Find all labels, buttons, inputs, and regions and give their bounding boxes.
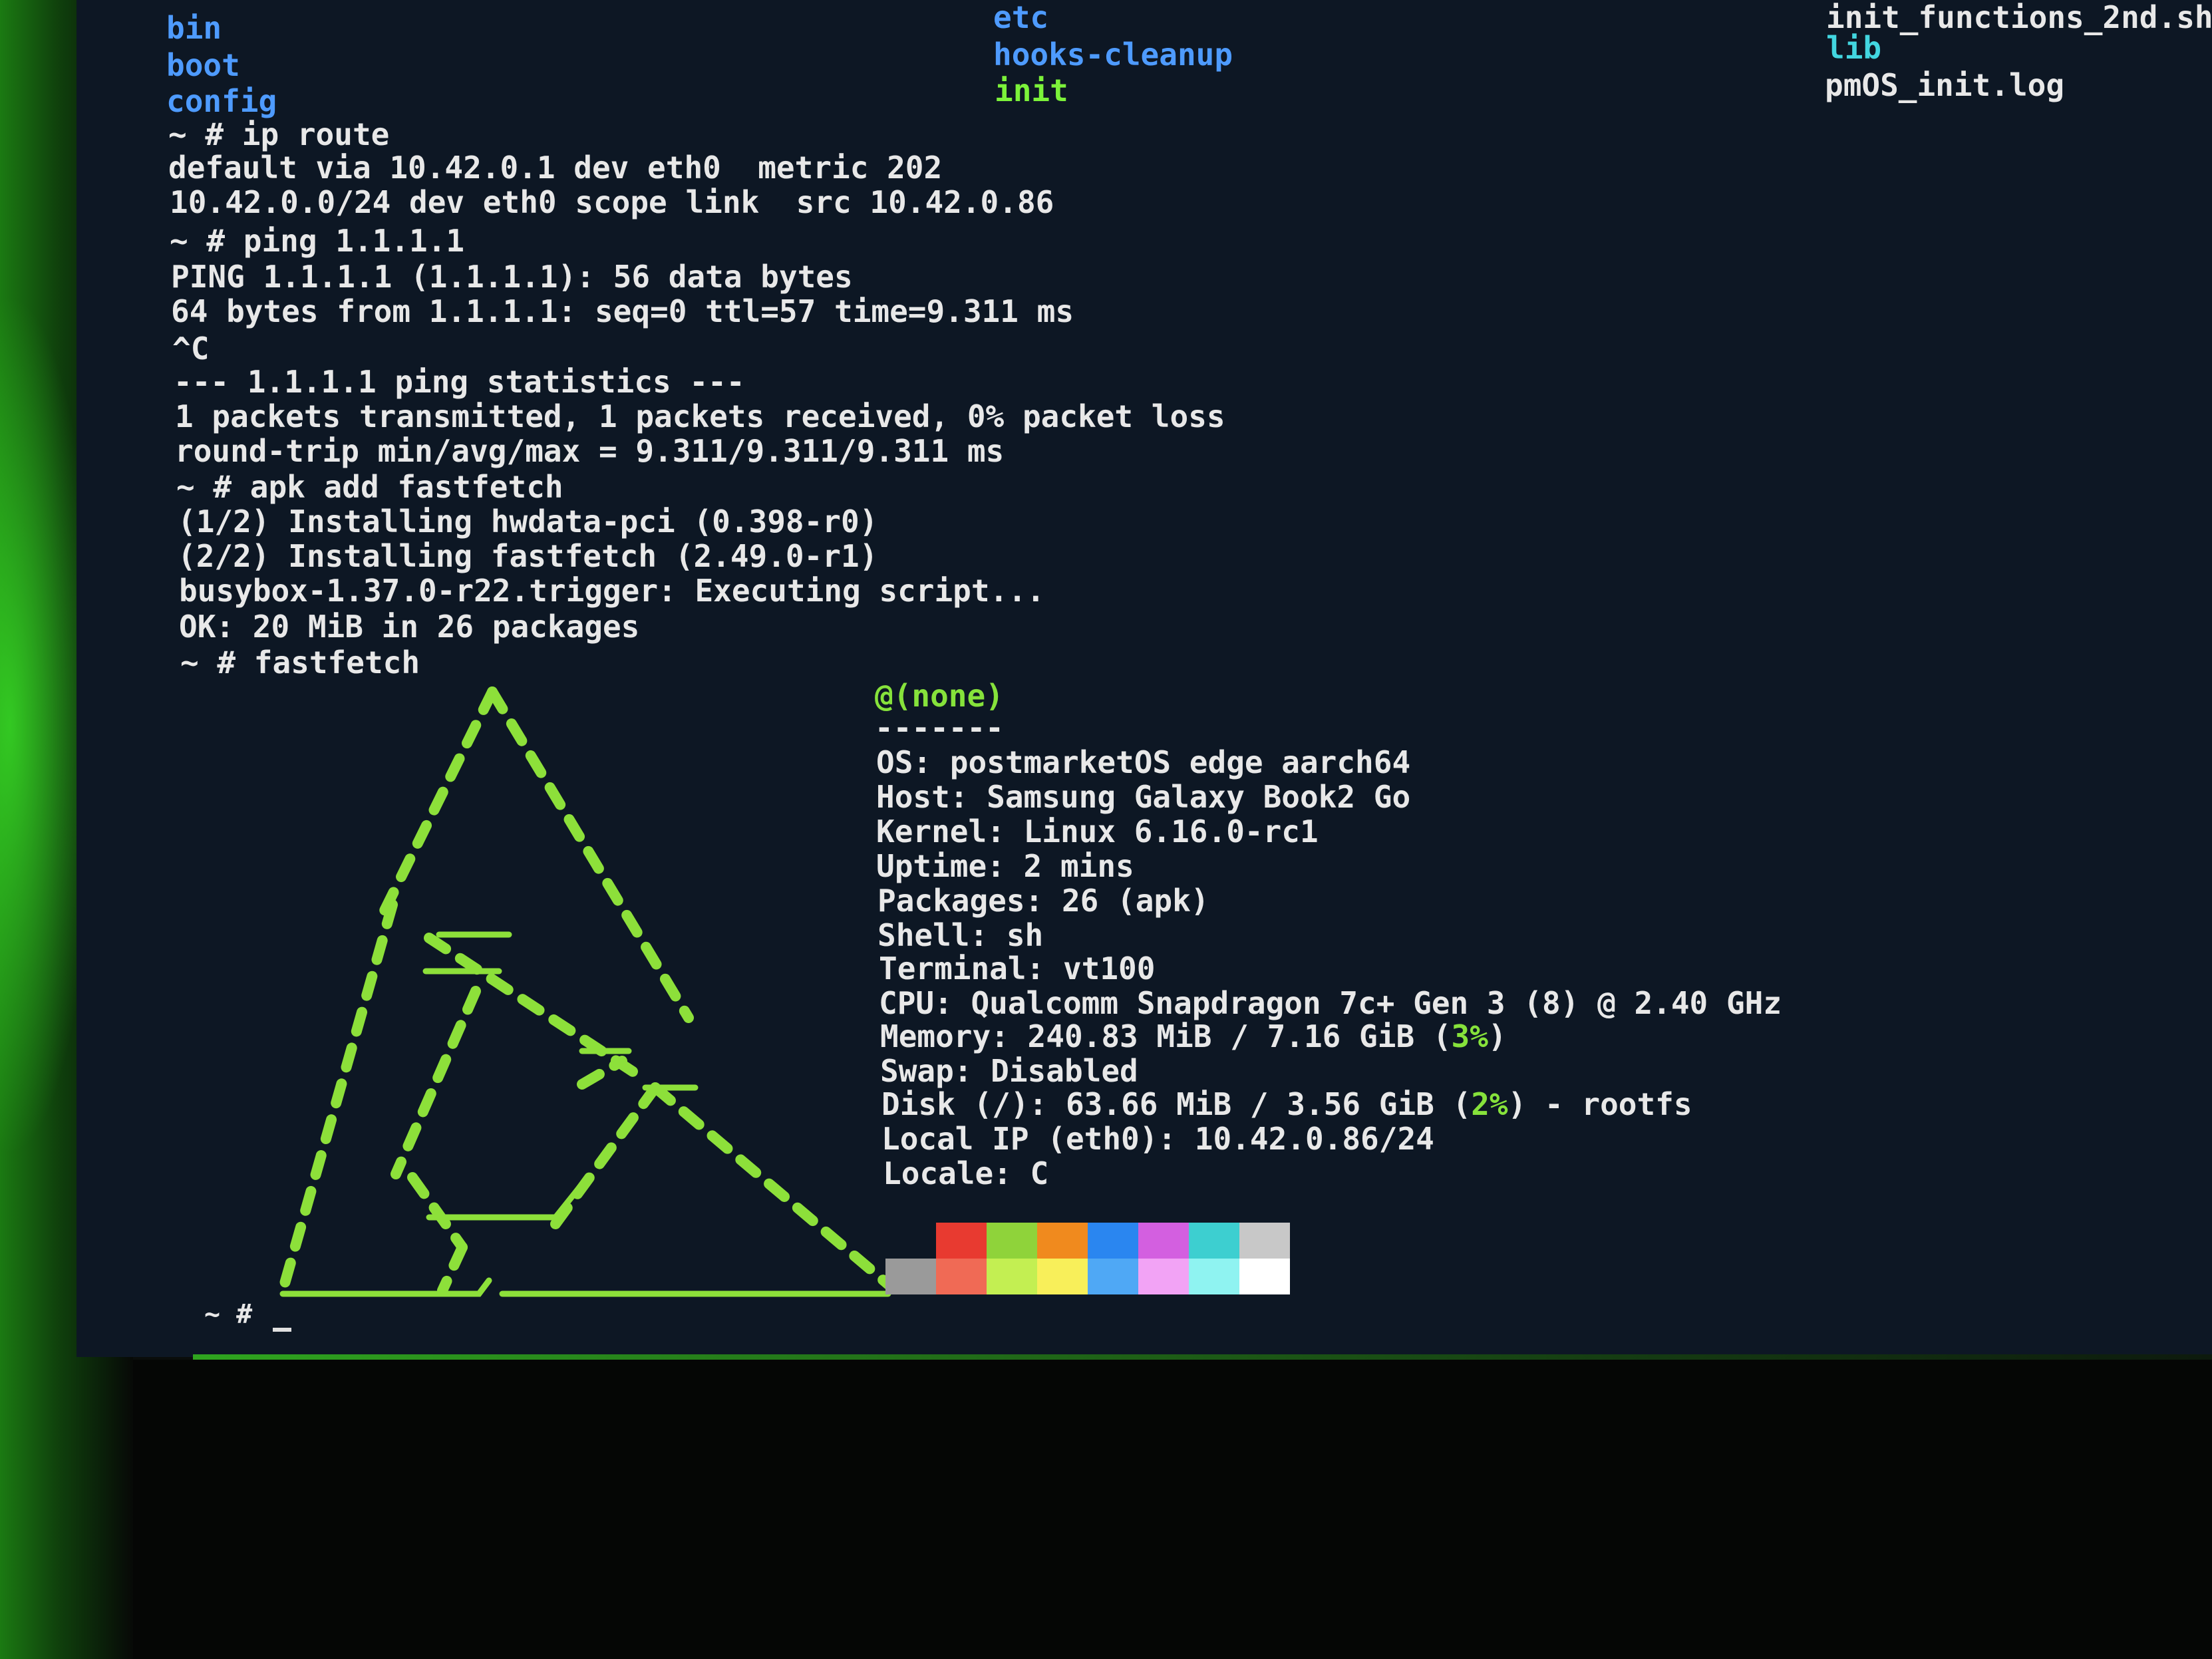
terminal-line: ~ # apk add fastfetch [176, 469, 563, 505]
logo-stroke [437, 1242, 468, 1296]
terminal-line: 1 packets transmitted, 1 packets receive… [175, 398, 1225, 434]
palette-swatch-top [1088, 1223, 1138, 1259]
logo-stroke [407, 1172, 468, 1253]
palette-swatch-bottom [1088, 1259, 1138, 1294]
fastfetch-os: OS: postmarketOS edge aarch64 [876, 744, 1411, 780]
text-cursor[interactable] [273, 1328, 291, 1332]
final-prompt: ~ # [204, 1299, 253, 1330]
logo-stroke [277, 899, 398, 1296]
terminal-line: ~ # ip route [168, 116, 390, 152]
listing-hooks-cleanup: hooks-cleanup [993, 37, 1233, 73]
logo-line [426, 1181, 585, 1221]
palette-swatch-top [1189, 1223, 1239, 1259]
palette-swatch-bottom [885, 1259, 936, 1294]
listing-init-functions: init_functions_2nd.sh [1826, 0, 2212, 35]
listing-init: init [995, 73, 1068, 108]
terminal-line: --- 1.1.1.1 ping statistics --- [174, 364, 745, 400]
palette-swatch-bottom [1239, 1259, 1290, 1294]
terminal-line: ~ # ping 1.1.1.1 [170, 223, 465, 259]
palette-swatch-bottom [987, 1259, 1037, 1294]
terminal-line: ~ # fastfetch [180, 645, 420, 680]
palette-swatch-top [987, 1223, 1037, 1259]
terminal-line: (1/2) Installing hwdata-pci (0.398-r0) [178, 504, 878, 539]
fastfetch-packages: Packages: 26 (apk) [877, 883, 1209, 919]
terminal-line: default via 10.42.0.1 dev eth0 metric 20… [168, 150, 943, 186]
terminal-line: round-trip min/avg/max = 9.311/9.311/9.3… [175, 433, 1005, 469]
fastfetch-user-host: @(none) [875, 678, 1004, 714]
fastfetch-disk: Disk (/): 63.66 MiB / 3.56 GiB (2%) - ro… [881, 1086, 1692, 1122]
palette-swatch-bottom [936, 1259, 987, 1294]
logo-stroke [650, 1082, 897, 1292]
palette-swatch-top [885, 1223, 936, 1259]
terminal-line: 64 bytes from 1.1.1.1: seq=0 ttl=57 time… [171, 293, 1074, 329]
terminal-line: busybox-1.37.0-r22.trigger: Executing sc… [179, 573, 1045, 609]
listing-bin: bin [166, 10, 222, 46]
postmarketos-logo-icon [277, 686, 897, 1297]
palette-swatch-top [1138, 1223, 1189, 1259]
fastfetch-cpu: CPU: Qualcomm Snapdragon 7c+ Gen 3 (8) @… [879, 985, 1782, 1021]
logo-stroke [377, 686, 498, 920]
listing-etc: etc [993, 0, 1049, 35]
fastfetch-memory: Memory: 240.83 MiB / 7.16 GiB (3%) [880, 1018, 1507, 1054]
terminal-screen[interactable]: bin boot config etc hooks-cleanup init i… [77, 0, 2212, 1357]
listing-pmos-init-log: pmOS_init.log [1825, 67, 2065, 103]
listing-lib: lib [1826, 30, 1882, 66]
fastfetch-local-ip: Local IP (eth0): 10.42.0.86/24 [881, 1121, 1434, 1157]
fastfetch-kernel: Kernel: Linux 6.16.0-rc1 [876, 814, 1319, 849]
listing-config: config [166, 83, 277, 119]
terminal-line: 10.42.0.0/24 dev eth0 scope link src 10.… [170, 184, 1054, 220]
fastfetch-host: Host: Samsung Galaxy Book2 Go [876, 779, 1411, 815]
fastfetch-locale: Locale: C [883, 1155, 1049, 1191]
fastfetch-terminal: Terminal: vt100 [879, 951, 1156, 986]
terminal-line: ^C [172, 331, 210, 367]
fastfetch-swap: Swap: Disabled [880, 1053, 1138, 1089]
logo-stroke [577, 1056, 627, 1090]
palette-swatch-top [1239, 1223, 1290, 1259]
logo-stroke [424, 933, 647, 1083]
palette-swatch-bottom [1138, 1259, 1189, 1294]
fastfetch-shell: Shell: sh [877, 917, 1044, 953]
fastfetch-uptime: Uptime: 2 mins [876, 848, 1134, 884]
logo-stroke [550, 1082, 661, 1229]
disk-percent: 2% [1471, 1086, 1508, 1122]
listing-boot: boot [166, 47, 240, 83]
logo-stroke [487, 686, 694, 1023]
palette-swatch-top [936, 1223, 987, 1259]
logo-stroke [391, 986, 481, 1179]
logo-baseline-left [279, 1277, 492, 1297]
palette-swatch-top [1037, 1223, 1088, 1259]
bottom-bezel [133, 1360, 2212, 1659]
fastfetch-separator: ------- [875, 710, 1004, 746]
palette-swatch-bottom [1037, 1259, 1088, 1294]
terminal-line: PING 1.1.1.1 (1.1.1.1): 56 data bytes [171, 259, 853, 295]
palette-swatch-bottom [1189, 1259, 1239, 1294]
memory-percent: 3% [1451, 1018, 1488, 1054]
screen-edge [193, 1354, 2212, 1360]
terminal-line: (2/2) Installing fastfetch (2.49.0-r1) [178, 538, 878, 574]
terminal-line: OK: 20 MiB in 26 packages [179, 609, 640, 645]
